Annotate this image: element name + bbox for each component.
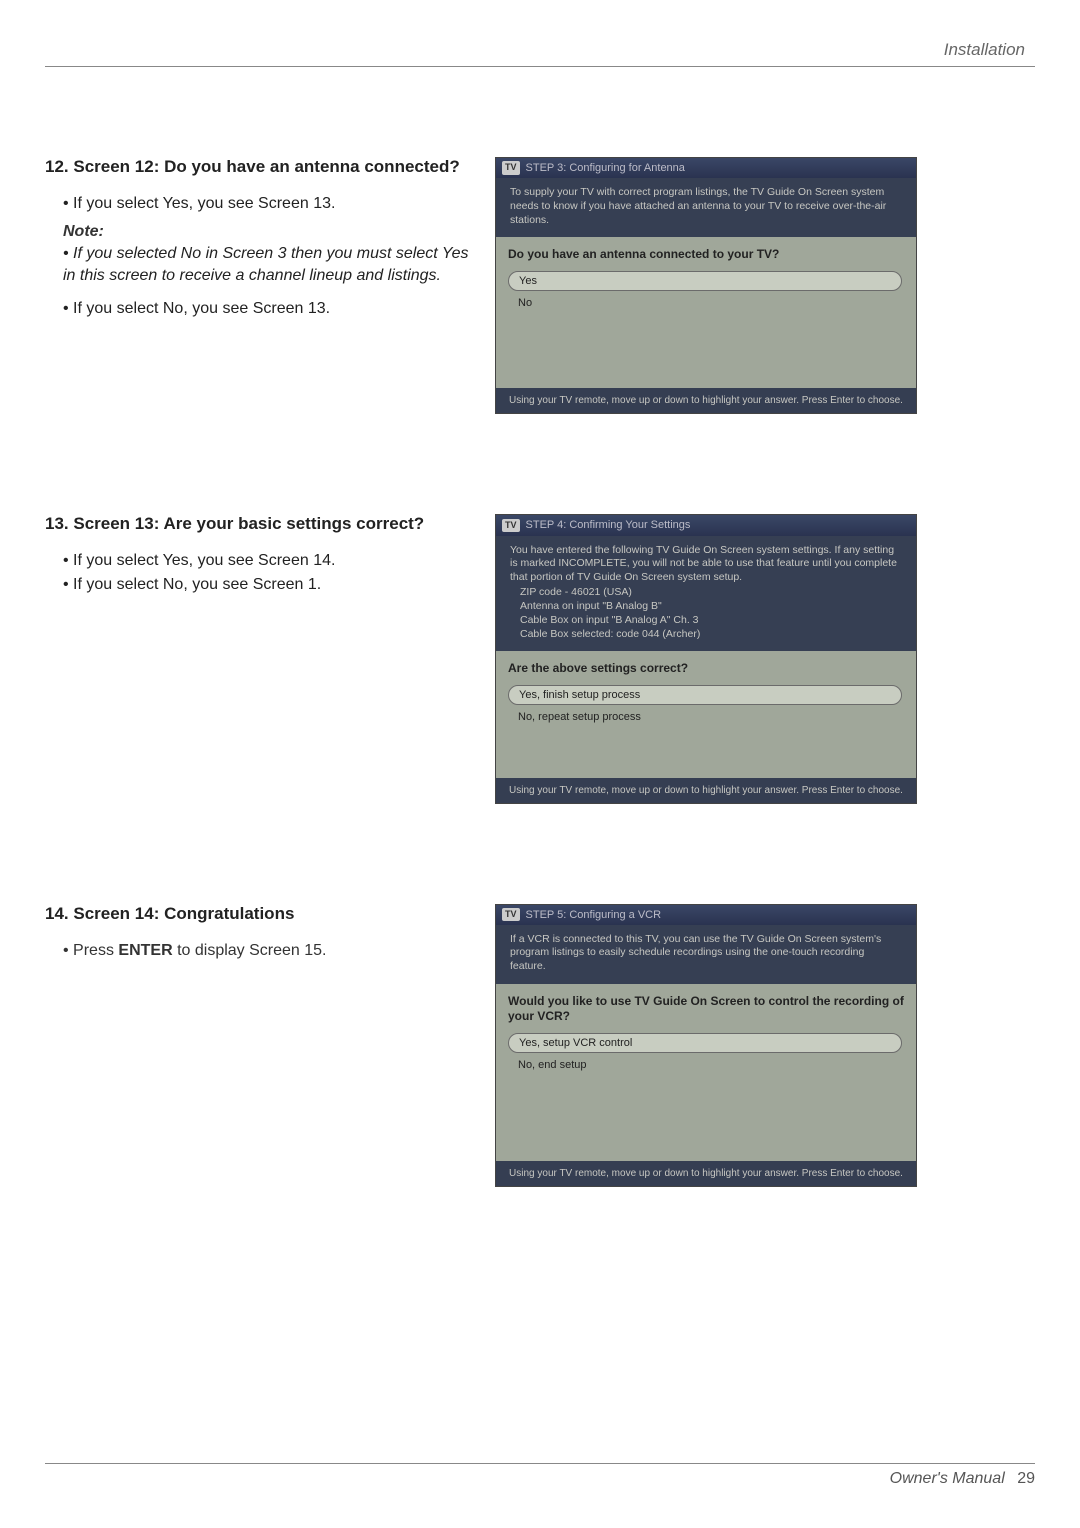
step12-note-label: Note: [63,223,475,241]
screen14-option-yes[interactable]: Yes, setup VCR control [508,1033,902,1053]
step12-bullet-yes: If you select Yes, you see Screen 13. [63,195,475,213]
step12-heading: 12. Screen 12: Do you have an antenna co… [45,157,475,177]
footer-label: Owner's Manual [890,1470,1005,1487]
page-footer: Owner's Manual 29 [45,1455,1035,1488]
tv-guide-logo: TV [502,519,520,533]
press-bold: ENTER [118,942,172,959]
footer-page-number: 29 [1017,1470,1035,1487]
screen14-bottom: Using your TV remote, move up or down to… [496,1161,916,1186]
step14-heading: 14. Screen 14: Congratulations [45,904,475,924]
step12-bullet-no: If you select No, you see Screen 13. [63,300,475,318]
screen13-option-no[interactable]: No, repeat setup process [508,708,904,726]
tv-guide-logo: TV [502,908,520,922]
screen12-bottom: Using your TV remote, move up or down to… [496,388,916,413]
step13-heading: 13. Screen 13: Are your basic settings c… [45,514,475,534]
page-header: Installation [45,40,1035,60]
screen13-bottom: Using your TV remote, move up or down to… [496,778,916,803]
screen13-set-line3: Cable Box on input "B Analog A" Ch. 3 [520,613,902,627]
header-rule [45,66,1035,67]
press-suffix: to display Screen 15. [173,942,327,959]
screen13-tvbox: TV STEP 4: Confirming Your Settings You … [495,514,917,803]
screen13-set-line2: Antenna on input "B Analog B" [520,599,902,613]
step13-bullet-yes: If you select Yes, you see Screen 14. [63,552,475,570]
screen13-title: STEP 4: Confirming Your Settings [526,518,691,532]
step12-note-body: • If you selected No in Screen 3 then yo… [63,243,475,286]
screen14-topline: If a VCR is connected to this TV, you ca… [496,925,916,984]
screen14-option-no[interactable]: No, end setup [508,1056,904,1074]
step13-section: 13. Screen 13: Are your basic settings c… [45,514,1035,803]
screen13-set-line1: ZIP code - 46021 (USA) [520,585,902,599]
step14-section: 14. Screen 14: Congratulations • Press E… [45,904,1035,1187]
screen12-tvbox: TV STEP 3: Configuring for Antenna To su… [495,157,917,414]
step14-press-line: • Press ENTER to display Screen 15. [63,942,475,960]
step13-bullet-no: If you select No, you see Screen 1. [63,576,475,594]
screen14-question: Would you like to use TV Guide On Screen… [508,994,904,1025]
tv-guide-logo: TV [502,161,520,175]
screen14-tvbox: TV STEP 5: Configuring a VCR If a VCR is… [495,904,917,1187]
screen13-option-yes[interactable]: Yes, finish setup process [508,685,902,705]
screen13-question: Are the above settings correct? [508,661,904,677]
screen12-topline: To supply your TV with correct program l… [496,178,916,237]
screen12-option-yes[interactable]: Yes [508,271,902,291]
screen13-topline: You have entered the following TV Guide … [510,544,902,585]
screen12-title: STEP 3: Configuring for Antenna [526,161,685,175]
screen12-question: Do you have an antenna connected to your… [508,247,904,263]
screen14-title: STEP 5: Configuring a VCR [526,908,662,922]
step12-section: 12. Screen 12: Do you have an antenna co… [45,157,1035,414]
press-prefix: Press [73,942,118,959]
screen12-option-no[interactable]: No [508,294,904,312]
screen13-set-line4: Cable Box selected: code 044 (Archer) [520,627,902,641]
